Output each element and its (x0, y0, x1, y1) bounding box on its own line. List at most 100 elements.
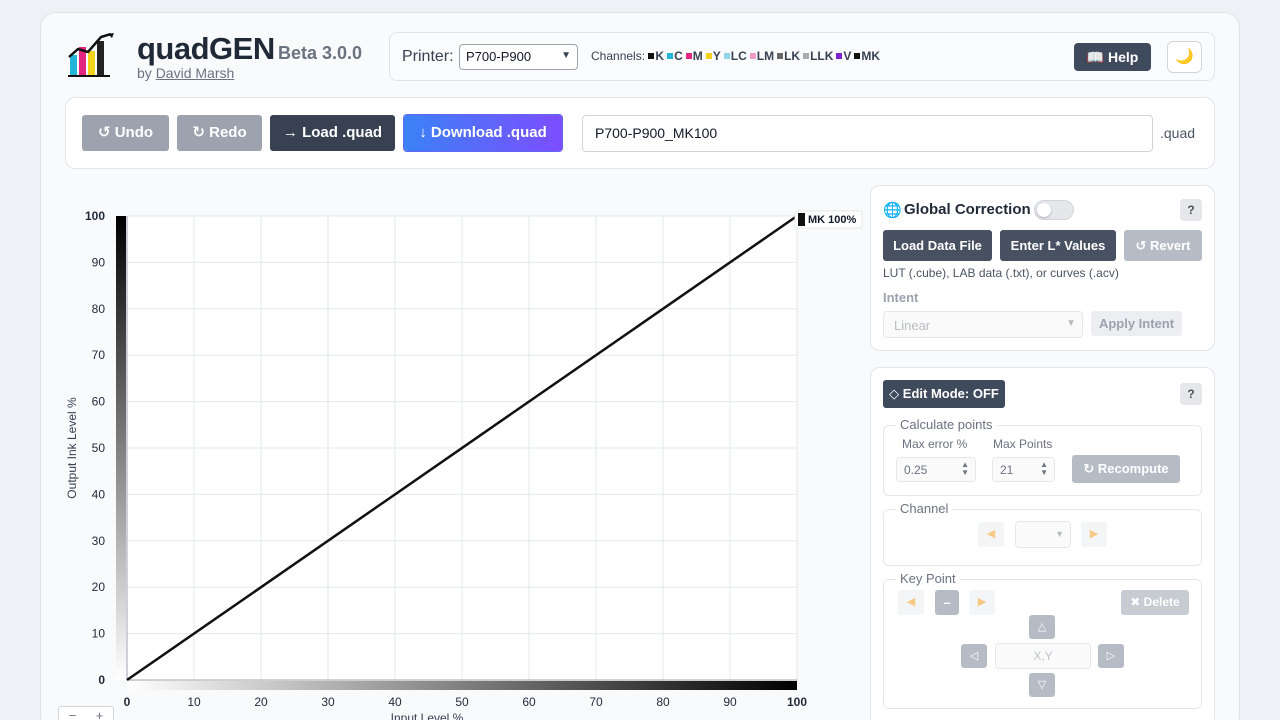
edit-mode-button[interactable]: ◇ Edit Mode: OFF (883, 380, 1005, 408)
zoom-controls: − + (58, 706, 114, 720)
y-tick-label: 60 (92, 395, 106, 409)
revert-button[interactable]: ↺ Revert (1124, 230, 1202, 261)
channel-tag-llk: LLK (803, 49, 833, 63)
y-tick-label: 90 (92, 255, 106, 269)
printer-select-value: P700-P900 (466, 49, 532, 64)
y-tick-label: 30 (92, 534, 106, 548)
byline-prefix: by (137, 65, 152, 81)
prev-channel-button[interactable]: ◀ (978, 522, 1004, 547)
calculate-points-legend: Calculate points (896, 417, 997, 432)
channel-tag-k: K (648, 49, 664, 63)
arrow-left-icon: ◁ (969, 650, 979, 662)
zoom-out-button[interactable]: − (59, 707, 86, 720)
channel-name: K (655, 49, 665, 63)
global-correction-help-button[interactable]: ? (1180, 199, 1202, 221)
nudge-right-button[interactable]: ▷ (1098, 644, 1124, 668)
channel-name: LLK (810, 49, 834, 63)
prev-key-point-button[interactable]: ◀ (898, 590, 924, 615)
curve-chart[interactable]: 0 10 20 30 40 50 60 70 80 90 100 0 10 20 30 40 50 60 70 80 9… (60, 200, 870, 720)
byline: by David Marsh (137, 65, 234, 81)
channel-tag-y: Y (705, 49, 721, 63)
x-axis-gradient-bar (127, 681, 797, 690)
xy-coordinate-input[interactable]: X,Y (995, 643, 1091, 669)
printer-select[interactable]: P700-P900 ▼ (459, 44, 578, 70)
moon-icon: 🌙 (1175, 48, 1194, 65)
x-tick-label: 70 (589, 695, 603, 709)
channel-tag-lm: LM (749, 49, 775, 63)
y-tick-label: 0 (98, 673, 105, 687)
prev-arrow-icon: ◀ (986, 528, 996, 540)
channel-swatch-icon (854, 53, 861, 59)
next-key-point-button[interactable]: ▶ (969, 590, 995, 615)
x-tick-label: 60 (522, 695, 536, 709)
spinner-icon[interactable]: ▲ ▼ (1040, 461, 1048, 477)
load-quad-button[interactable]: → Load .quad (270, 115, 395, 151)
global-correction-toggle[interactable] (1034, 200, 1074, 220)
max-points-input[interactable]: 21 ▲ ▼ (992, 457, 1055, 482)
enter-l-values-button[interactable]: Enter L* Values (1000, 230, 1116, 261)
x-tick-label: 10 (187, 695, 201, 709)
prev-arrow-icon: ◀ (906, 596, 916, 608)
y-tick-label: 100 (85, 209, 105, 223)
channel-name: LM (756, 49, 775, 63)
zoom-in-button[interactable]: + (86, 707, 113, 720)
channels-label: Channels: (591, 49, 646, 63)
nudge-up-button[interactable]: △ (1029, 615, 1055, 639)
recompute-button[interactable]: ↻ Recompute (1072, 455, 1180, 483)
x-tick-label: 40 (388, 695, 402, 709)
quadgen-logo-icon (68, 33, 114, 77)
channel-swatch-icon (803, 53, 810, 59)
channel-swatch-icon (723, 53, 730, 59)
theme-toggle-button[interactable]: 🌙 (1167, 41, 1202, 73)
key-point-legend: Key Point (896, 571, 960, 586)
arrow-up-icon: △ (1037, 621, 1047, 633)
edit-panel-help-button[interactable]: ? (1180, 383, 1202, 405)
chart-svg[interactable]: 0 10 20 30 40 50 60 70 80 90 100 0 10 20 30 40 50 60 70 80 9… (60, 200, 870, 720)
globe-icon: 🌐 (883, 202, 902, 219)
undo-button[interactable]: ↺ Undo (82, 115, 169, 151)
remove-point-button[interactable]: – (935, 590, 959, 615)
channel-swatch-icon (777, 53, 784, 59)
intent-select[interactable]: Linear ▼ (883, 311, 1083, 338)
max-error-value: 0.25 (904, 463, 928, 477)
max-points-value: 21 (1000, 463, 1014, 477)
toggle-knob (1037, 203, 1051, 217)
global-correction-title: Global Correction (904, 201, 1031, 218)
x-axis-label: Input Level % (391, 711, 464, 720)
app-title: quadGEN (137, 31, 275, 66)
channel-name: V (843, 49, 852, 63)
channel-select[interactable]: ▼ (1015, 521, 1071, 548)
file-types-hint: LUT (.cube), LAB data (.txt), or curves … (883, 266, 1119, 280)
next-channel-button[interactable]: ▶ (1081, 522, 1107, 547)
y-axis-gradient-bar (116, 216, 126, 680)
next-arrow-icon: ▶ (1089, 528, 1099, 540)
y-tick-label: 40 (92, 487, 106, 501)
channel-name: MK (861, 49, 881, 63)
channel-tag-v: V (836, 49, 851, 63)
author-link[interactable]: David Marsh (156, 65, 235, 81)
load-data-file-button[interactable]: Load Data File (883, 230, 992, 261)
delete-point-button[interactable]: ✖ Delete (1121, 590, 1189, 615)
x-tick-label: 30 (321, 695, 335, 709)
apply-intent-button[interactable]: Apply Intent (1091, 311, 1182, 336)
help-button[interactable]: 📖 Help (1074, 43, 1151, 71)
max-error-label: Max error % (902, 437, 968, 451)
download-quad-button[interactable]: ↓ Download .quad (404, 115, 562, 151)
x-tick-label: 90 (723, 695, 737, 709)
channel-name: LC (730, 49, 747, 63)
chevron-down-icon: ▼ (1066, 318, 1076, 329)
channel-swatch-icon (667, 53, 674, 59)
file-extension-label: .quad (1160, 125, 1196, 141)
channel-name: C (674, 49, 683, 63)
redo-button[interactable]: ↻ Redo (177, 115, 262, 151)
channel-name: M (692, 49, 703, 63)
chevron-down-icon: ▼ (1055, 529, 1064, 539)
nudge-down-button[interactable]: ▽ (1029, 673, 1055, 697)
nudge-left-button[interactable]: ◁ (961, 644, 987, 668)
channels-list: Channels: K C M Y LC LM LK LLK V MK (591, 49, 883, 63)
max-error-input[interactable]: 0.25 ▲ ▼ (896, 457, 976, 482)
arrow-right-icon: ▷ (1106, 650, 1116, 662)
spinner-icon[interactable]: ▲ ▼ (961, 461, 969, 477)
intent-label: Intent (883, 290, 919, 305)
filename-input[interactable]: P700-P900_MK100 (582, 115, 1153, 152)
